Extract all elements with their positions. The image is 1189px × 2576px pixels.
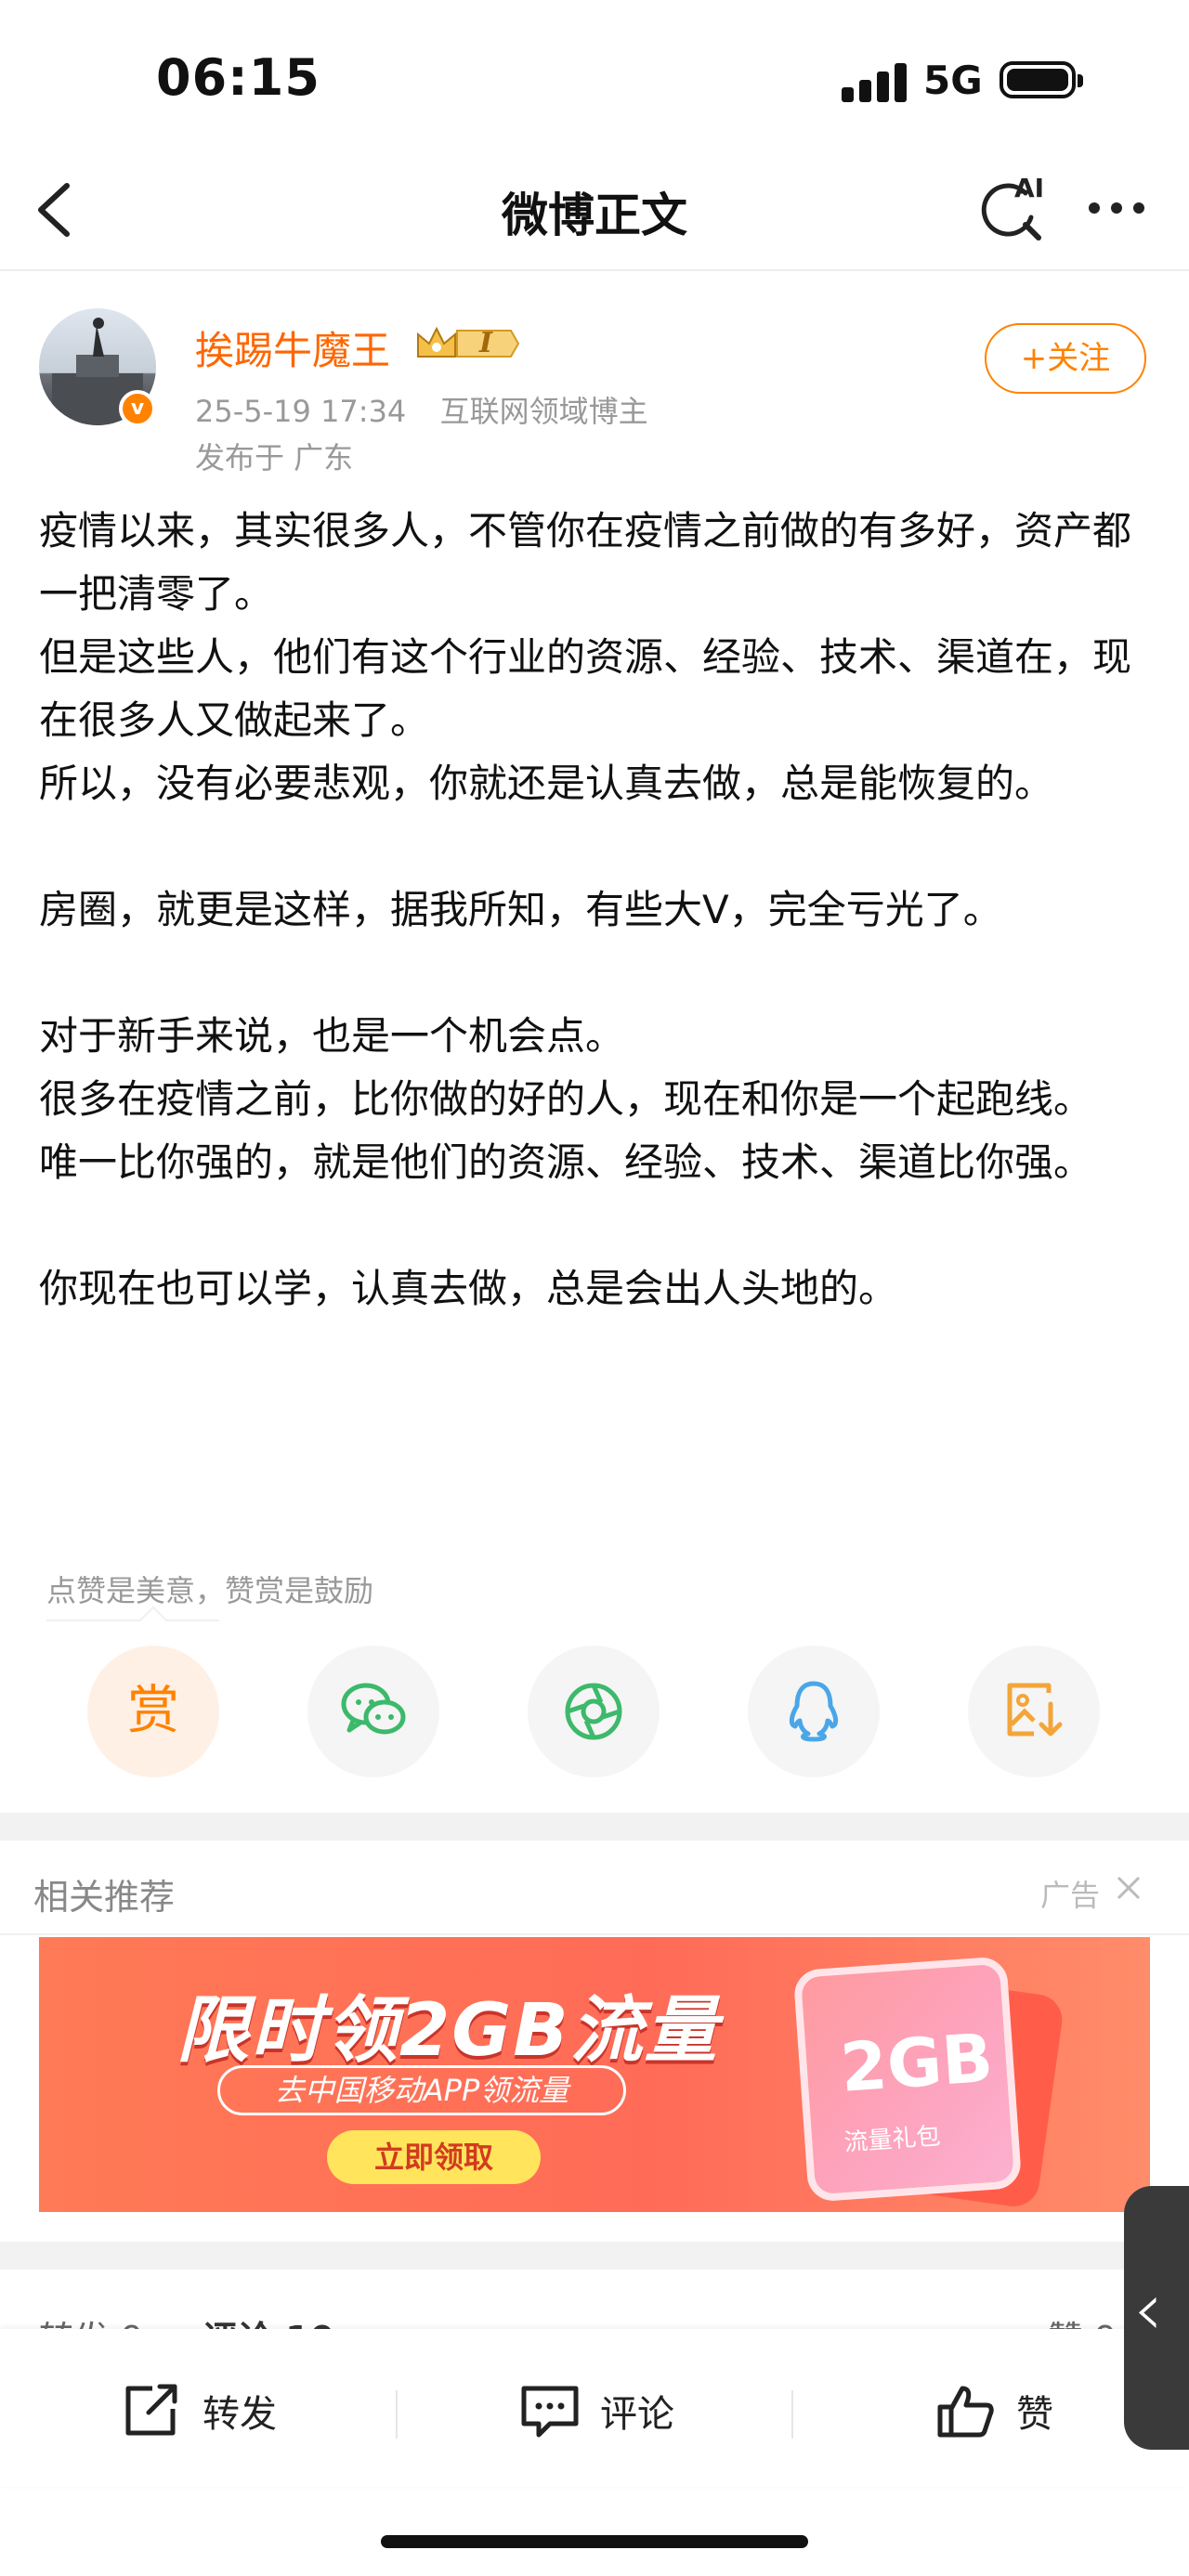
side-panel-handle[interactable]: ‹ (1124, 2186, 1189, 2450)
status-time: 06:15 (156, 48, 320, 107)
bottom-toolbar: 转发 评论 赞 (0, 2329, 1189, 2487)
reward-button[interactable]: 赏 (87, 1646, 219, 1777)
share-wechat-button[interactable] (307, 1646, 439, 1777)
thumbs-up-icon (937, 2386, 994, 2438)
battery-icon (1000, 61, 1083, 98)
repost-icon (125, 2384, 177, 2436)
member-level-icon[interactable]: I (414, 323, 522, 364)
ad-headline: 限时领2GB流量 (176, 1989, 719, 2073)
share-qq-button[interactable] (748, 1646, 880, 1777)
related-divider (0, 1933, 1189, 1935)
share-moments-button[interactable] (528, 1646, 660, 1777)
post-paragraph: 对于新手来说，也是一个机会点。 (39, 1013, 625, 1059)
post-paragraph: 所以，没有必要悲观，你就还是认真去做，总是能恢复的。 (39, 761, 1054, 806)
follow-button[interactable]: +关注 (985, 323, 1146, 394)
like-button[interactable]: 赞 (934, 2374, 1053, 2448)
post-location: 发布于 广东 (195, 440, 354, 475)
ai-search-button[interactable]: AI (977, 173, 1052, 247)
post-paragraph: 房圈，就更是这样，据我所知，有些大V，完全亏光了。 (39, 887, 1002, 932)
toolbar-divider (791, 2390, 793, 2439)
ad-card-amount: 2GB (838, 2018, 996, 2107)
ad-label: 广告 (1040, 1878, 1101, 1913)
post-paragraph: 你现在也可以学，认真去做，总是会出人头地的。 (39, 1266, 898, 1311)
tip-divider (46, 1620, 219, 1621)
reward-tip: 点赞是美意，赞赏是鼓励 (46, 1573, 374, 1608)
network-type: 5G (923, 58, 983, 103)
moments-icon (565, 1683, 622, 1740)
wechat-icon (341, 1683, 406, 1735)
ad-subline: 去中国移动APP领流量 (217, 2065, 626, 2115)
comment-button[interactable]: 评论 (518, 2374, 674, 2448)
home-indicator[interactable] (381, 2535, 808, 2548)
repost-label: 转发 (203, 2393, 277, 2436)
author-verification: 互联网领域博主 (439, 394, 648, 429)
post-paragraph: 但是这些人，他们有这个行业的资源、经验、技术、渠道在，现在很多人又做起来了。 (39, 634, 1132, 743)
post-content: 疫情以来，其实很多人，不管你在疫情之前做的有多好，资产都一把清零了。 但是这些人… (39, 500, 1154, 1321)
like-label: 赞 (1016, 2393, 1053, 2436)
tip-arrow (138, 1606, 168, 1635)
author-name[interactable]: 挨踢牛魔王 (195, 319, 390, 376)
member-level-label: I (479, 327, 493, 359)
ad-banner[interactable]: 限时领2GB流量 去中国移动APP领流量 立即领取 2GB 流量礼包 (39, 1937, 1150, 2212)
post-paragraph: 疫情以来，其实很多人，不管你在疫情之前做的有多好，资产都一把清零了。 (39, 508, 1132, 617)
nav-divider (0, 269, 1189, 271)
more-icon[interactable] (1089, 199, 1148, 217)
ad-gift-card: 2GB 流量礼包 (792, 1956, 1023, 2203)
save-image-icon (1007, 1683, 1063, 1737)
post-paragraph: 很多在疫情之前，比你做的好的人，现在和你是一个起跑线。 (39, 1076, 1093, 1122)
toolbar-divider (396, 2390, 398, 2439)
comment-icon (521, 2386, 579, 2438)
post-timestamp: 25-5-19 17:34 (195, 394, 407, 429)
post-meta: 25-5-19 17:34 互联网领域博主 (195, 388, 648, 431)
section-separator (0, 2242, 1189, 2270)
post-paragraph: 唯一比你强的，就是他们的资源、经验、技术、渠道比你强。 (39, 1139, 1093, 1185)
repost-button[interactable]: 转发 (121, 2374, 277, 2448)
ai-label: AI (1014, 173, 1045, 203)
close-icon[interactable] (1115, 1874, 1143, 1902)
related-title: 相关推荐 (33, 1877, 176, 1918)
chevron-left-icon: ‹ (1133, 2266, 1163, 2352)
ad-cta-button[interactable]: 立即领取 (327, 2130, 541, 2184)
save-image-button[interactable] (968, 1646, 1100, 1777)
qq-icon (789, 1681, 839, 1742)
section-separator (0, 1813, 1189, 1841)
verified-badge-icon: v (119, 390, 156, 427)
signal-icon (842, 61, 908, 102)
comment-label: 评论 (600, 2393, 674, 2436)
ad-card-label: 流量礼包 (843, 2122, 942, 2157)
